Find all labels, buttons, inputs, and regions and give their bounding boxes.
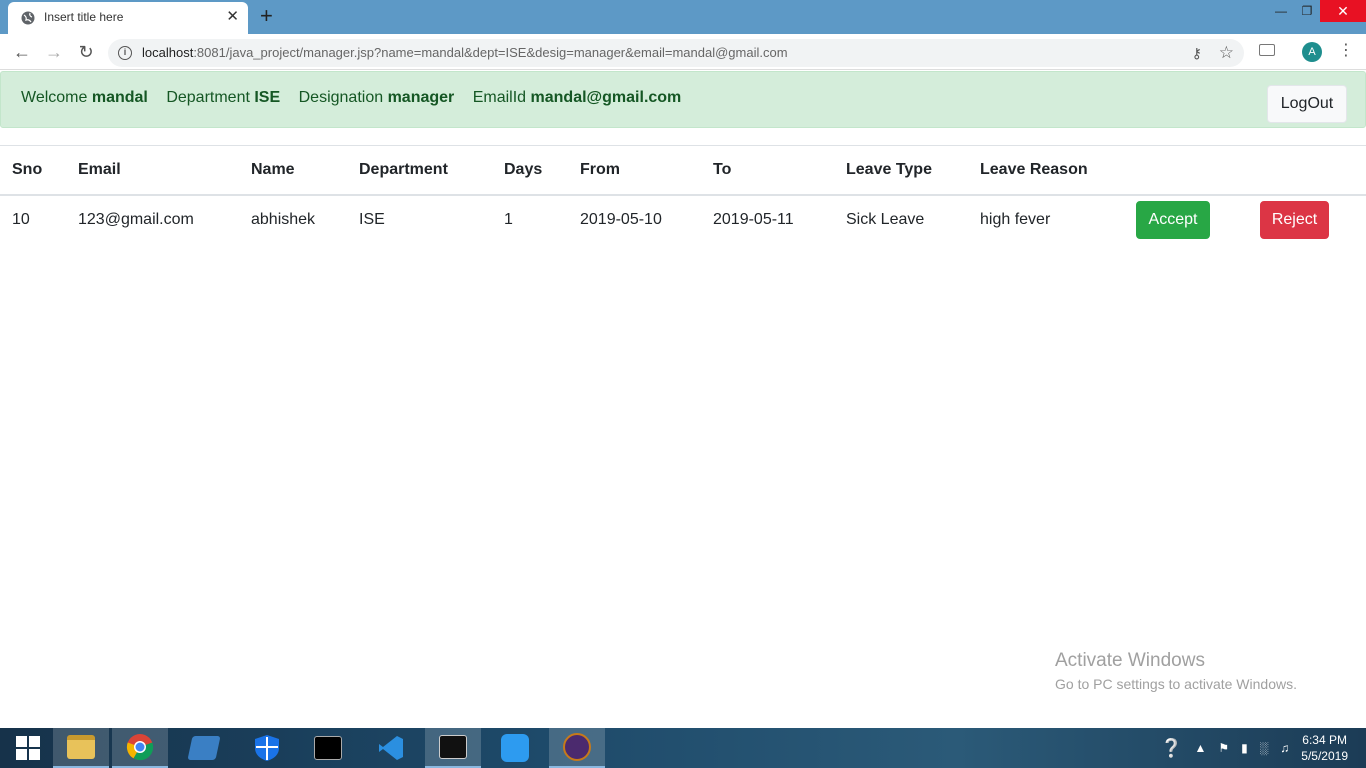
- cmd-icon[interactable]: [300, 728, 356, 768]
- bookmark-star-icon[interactable]: ☆: [1219, 43, 1234, 63]
- browser-tabstrip: Insert title here ✕ + — ❐ ✕: [0, 0, 1366, 34]
- forward-arrow-icon[interactable]: →: [43, 41, 65, 63]
- tab-title: Insert title here: [44, 10, 124, 24]
- volume-icon[interactable]: ♫: [1280, 741, 1289, 755]
- email-label: EmailId mandal@gmail.com: [472, 89, 682, 106]
- window-close-icon[interactable]: ✕: [1320, 0, 1366, 22]
- system-tray: ❔ ▲ ⚑ ▮ ░ ♫ 6:34 PM 5/5/2019: [1154, 728, 1366, 768]
- cell-department: ISE: [359, 211, 385, 228]
- app-icon[interactable]: [176, 728, 232, 768]
- cell-from: 2019-05-10: [580, 211, 662, 228]
- help-icon[interactable]: ❔: [1160, 738, 1182, 759]
- tray-expand-icon[interactable]: ▲: [1195, 741, 1207, 755]
- new-tab-button[interactable]: +: [260, 5, 273, 27]
- clock[interactable]: 6:34 PM 5/5/2019: [1301, 732, 1348, 764]
- cell-sno: 10: [12, 211, 30, 228]
- close-tab-icon[interactable]: ✕: [226, 9, 239, 25]
- browser-tab[interactable]: Insert title here ✕: [8, 2, 248, 34]
- file-explorer-icon[interactable]: [53, 728, 109, 768]
- accept-button[interactable]: Accept: [1136, 201, 1210, 239]
- site-info-icon[interactable]: i: [118, 46, 132, 60]
- user-info: Welcome mandal Department ISE Designatio…: [21, 89, 681, 107]
- more-menu-icon[interactable]: ⋮: [1338, 42, 1354, 60]
- page-content: Welcome mandal Department ISE Designatio…: [0, 70, 1366, 728]
- column-header: From: [568, 145, 701, 196]
- cell-days: 1: [504, 211, 513, 228]
- table-row: 10 123@gmail.com abhishek ISE 1 2019-05-…: [0, 195, 1366, 245]
- column-header: Leave Type: [834, 145, 968, 196]
- activate-windows-watermark: Activate Windows Go to PC settings to ac…: [1055, 650, 1297, 692]
- cell-reject: Reject: [1248, 195, 1366, 245]
- column-header-accept: [1124, 145, 1248, 196]
- leave-requests-table: Sno Email Name Department Days From To L…: [0, 145, 1366, 245]
- java-ee-ide-icon[interactable]: [549, 728, 605, 768]
- watermark-title: Activate Windows: [1055, 650, 1205, 671]
- column-header-reject: [1248, 145, 1366, 196]
- start-icon[interactable]: [0, 728, 56, 768]
- reload-icon[interactable]: ↻: [75, 41, 97, 63]
- column-header: Days: [492, 145, 568, 196]
- clock-date: 5/5/2019: [1301, 749, 1348, 763]
- cell-email: 123@gmail.com: [78, 211, 194, 228]
- battery-icon[interactable]: ▮: [1241, 741, 1248, 755]
- window-controls: — ❐ ✕: [1268, 0, 1366, 22]
- cell-to: 2019-05-11: [713, 211, 794, 228]
- clock-time: 6:34 PM: [1302, 733, 1347, 747]
- column-header: Leave Reason: [968, 145, 1124, 196]
- cast-icon[interactable]: [1259, 44, 1275, 56]
- address-bar[interactable]: i localhost:8081/java_project/manager.js…: [108, 39, 1244, 67]
- designation-value: manager: [387, 89, 455, 106]
- profile-avatar[interactable]: A: [1302, 42, 1322, 62]
- taskbar: ❔ ▲ ⚑ ▮ ░ ♫ 6:34 PM 5/5/2019: [0, 728, 1366, 768]
- url-text[interactable]: localhost:8081/java_project/manager.jsp?…: [142, 45, 788, 60]
- cell-name: abhishek: [251, 211, 316, 228]
- logout-button[interactable]: LogOut: [1267, 85, 1347, 123]
- chrome-icon[interactable]: [112, 728, 168, 768]
- minimize-icon[interactable]: —: [1268, 0, 1294, 22]
- cell-leave-type: Sick Leave: [846, 211, 925, 228]
- key-icon[interactable]: ⚷: [1192, 45, 1202, 62]
- vscode-icon[interactable]: [363, 728, 419, 768]
- column-header: Name: [239, 145, 347, 196]
- table-header-row: Sno Email Name Department Days From To L…: [0, 145, 1366, 196]
- department-label: Department ISE: [166, 89, 281, 106]
- mysql-icon[interactable]: [425, 728, 481, 768]
- defender-icon[interactable]: [239, 728, 295, 768]
- department-value: ISE: [254, 89, 281, 106]
- welcome-label: Welcome mandal: [21, 89, 148, 106]
- reject-button[interactable]: Reject: [1260, 201, 1329, 239]
- signal-icon[interactable]: ░: [1260, 741, 1269, 755]
- back-arrow-icon[interactable]: ←: [11, 41, 33, 63]
- browser-toolbar: ← → ↻ i localhost:8081/java_project/mana…: [0, 34, 1366, 70]
- restore-icon[interactable]: ❐: [1294, 0, 1320, 22]
- watermark-subtitle: Go to PC settings to activate Windows.: [1055, 676, 1297, 692]
- designation-label: Designation manager: [298, 89, 455, 106]
- welcome-name: mandal: [91, 89, 148, 106]
- cell-accept: Accept: [1124, 195, 1248, 245]
- column-header: Department: [347, 145, 492, 196]
- column-header: Sno: [0, 145, 66, 196]
- w-app-icon[interactable]: [487, 728, 543, 768]
- email-value: mandal@gmail.com: [530, 89, 682, 106]
- cell-leave-reason: high fever: [980, 211, 1051, 228]
- globe-icon: [21, 11, 35, 25]
- user-info-banner: Welcome mandal Department ISE Designatio…: [0, 71, 1366, 128]
- column-header: Email: [66, 145, 239, 196]
- flag-icon[interactable]: ⚑: [1218, 741, 1229, 755]
- column-header: To: [701, 145, 834, 196]
